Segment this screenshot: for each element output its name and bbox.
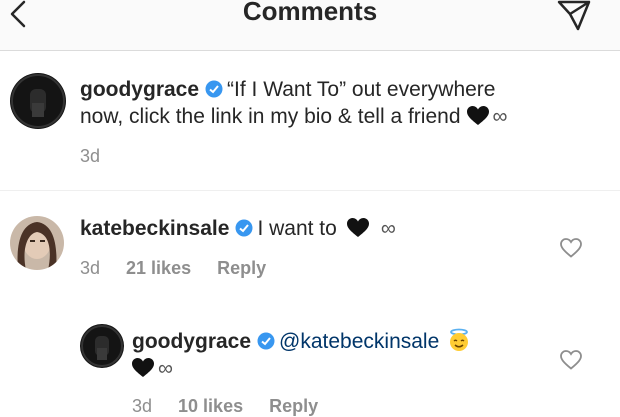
comment-username[interactable]: goodygrace — [132, 330, 251, 353]
black-heart-icon — [132, 358, 154, 377]
verified-badge-icon — [235, 219, 253, 237]
comment-username[interactable]: goodygrace — [80, 78, 199, 101]
comment-body: I want to — [257, 217, 337, 240]
like-count[interactable]: 10 likes — [178, 396, 243, 416]
comment-time: 3d — [80, 146, 101, 166]
heart-outline-icon[interactable] — [560, 238, 582, 258]
verified-badge-icon — [257, 332, 275, 350]
comment-meta: 3d 10 likes Reply — [132, 396, 344, 417]
comment-meta: 3d 21 likes Reply — [80, 258, 292, 279]
black-heart-icon — [466, 106, 489, 125]
comment-body-line1: “If I Want To” out everywhere — [227, 78, 496, 101]
comment-username[interactable]: katebeckinsale — [80, 217, 229, 240]
black-heart-icon — [346, 218, 369, 237]
page-title: Comments — [242, 0, 378, 26]
send-icon[interactable] — [556, 0, 592, 32]
avatar-goodygrace[interactable] — [10, 73, 66, 129]
comment-body-line2: now, click the link in my bio & tell a f… — [80, 105, 461, 128]
like-count[interactable]: 21 likes — [126, 258, 191, 278]
heart-outline-icon[interactable] — [560, 350, 582, 370]
avatar-goodygrace[interactable] — [80, 324, 124, 368]
mention-link[interactable]: @katebeckinsale — [279, 330, 439, 353]
reply-button[interactable]: Reply — [217, 258, 266, 278]
comment-time: 3d — [132, 396, 153, 416]
comment-meta: 3d — [80, 146, 126, 167]
verified-badge-icon — [205, 80, 223, 98]
caption-comment: goodygrace “If I Want To” out everywhere … — [80, 76, 508, 130]
divider — [0, 190, 620, 191]
comments-header: Comments — [0, 0, 620, 51]
smiling-face-with-halo-icon — [450, 328, 469, 351]
reply-button[interactable]: Reply — [269, 396, 318, 416]
comment-time: 3d — [80, 258, 101, 278]
infinity-symbol: ∞ — [158, 357, 173, 380]
comment-goodygrace-reply: goodygrace @katebeckinsale ∞ — [132, 328, 471, 382]
comment-katebeckinsale: katebeckinsale I want to ∞ — [80, 215, 396, 242]
infinity-symbol: ∞ — [380, 217, 396, 240]
avatar-katebeckinsale[interactable] — [10, 216, 64, 270]
infinity-symbol: ∞ — [492, 105, 508, 128]
